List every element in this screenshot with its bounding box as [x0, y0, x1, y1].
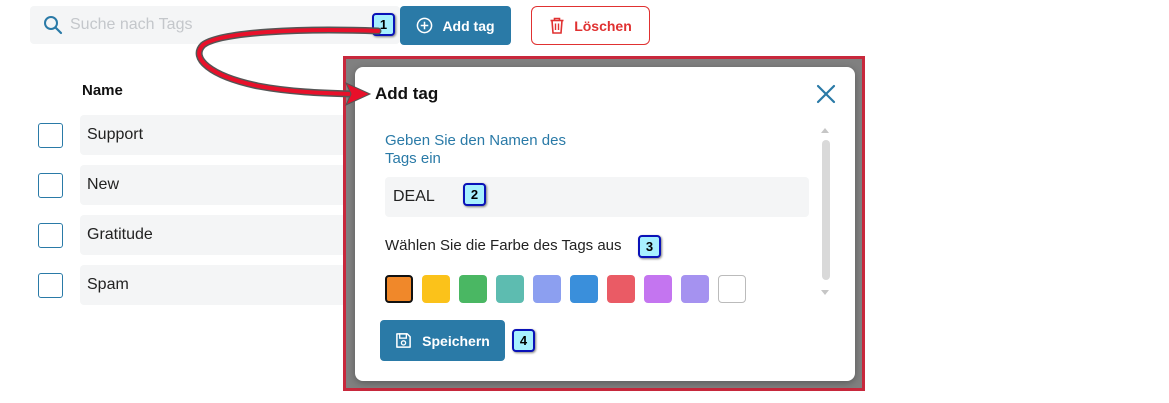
- color-swatch[interactable]: [385, 275, 413, 303]
- table-row[interactable]: Spam: [80, 265, 370, 305]
- delete-button[interactable]: Löschen: [531, 6, 650, 45]
- row-checkbox[interactable]: [38, 173, 63, 198]
- delete-label: Löschen: [574, 17, 632, 34]
- dialog-title: Add tag: [375, 84, 439, 103]
- tag-name-input[interactable]: [385, 177, 809, 217]
- search-icon: [44, 16, 63, 35]
- color-swatch[interactable]: [459, 275, 487, 303]
- tag-name-label: Geben Sie den Namen des Tags ein: [385, 132, 566, 167]
- save-button[interactable]: Speichern: [380, 320, 505, 361]
- step-marker-4: 4: [512, 329, 535, 352]
- row-checkbox[interactable]: [38, 123, 63, 148]
- add-tag-button[interactable]: Add tag: [400, 6, 511, 45]
- color-swatch[interactable]: [422, 275, 450, 303]
- scroll-up-arrow-icon[interactable]: [821, 128, 829, 133]
- table-row[interactable]: Support: [80, 115, 370, 155]
- color-swatch[interactable]: [681, 275, 709, 303]
- save-label: Speichern: [422, 332, 490, 349]
- tag-color-label: Wählen Sie die Farbe des Tags aus: [385, 237, 622, 254]
- add-tag-dialog: Add tag Geben Sie den Namen des Tags ein…: [355, 67, 855, 381]
- step-marker-1: 1: [372, 13, 395, 36]
- step-marker-2: 2: [463, 183, 486, 206]
- color-swatch[interactable]: [644, 275, 672, 303]
- add-tag-label: Add tag: [442, 17, 495, 34]
- row-checkbox[interactable]: [38, 273, 63, 298]
- table-row[interactable]: Gratitude: [80, 215, 370, 255]
- plus-circle-icon: [417, 17, 433, 34]
- color-swatch[interactable]: [533, 275, 561, 303]
- column-header-name: Name: [82, 82, 123, 99]
- close-icon[interactable]: [814, 82, 838, 106]
- color-picker: [385, 275, 746, 303]
- color-swatch[interactable]: [718, 275, 746, 303]
- scroll-thumb[interactable]: [822, 140, 830, 280]
- step-marker-3: 3: [638, 235, 661, 258]
- table-row[interactable]: New: [80, 165, 370, 205]
- search-input[interactable]: [70, 6, 390, 44]
- floppy-disk-icon: [396, 333, 412, 348]
- dialog-scrollbar[interactable]: [819, 124, 833, 299]
- color-swatch[interactable]: [607, 275, 635, 303]
- row-checkbox[interactable]: [38, 223, 63, 248]
- color-swatch[interactable]: [496, 275, 524, 303]
- search-bar[interactable]: [30, 6, 400, 44]
- color-swatch[interactable]: [570, 275, 598, 303]
- trash-icon: [550, 17, 564, 34]
- scroll-down-arrow-icon[interactable]: [821, 290, 829, 295]
